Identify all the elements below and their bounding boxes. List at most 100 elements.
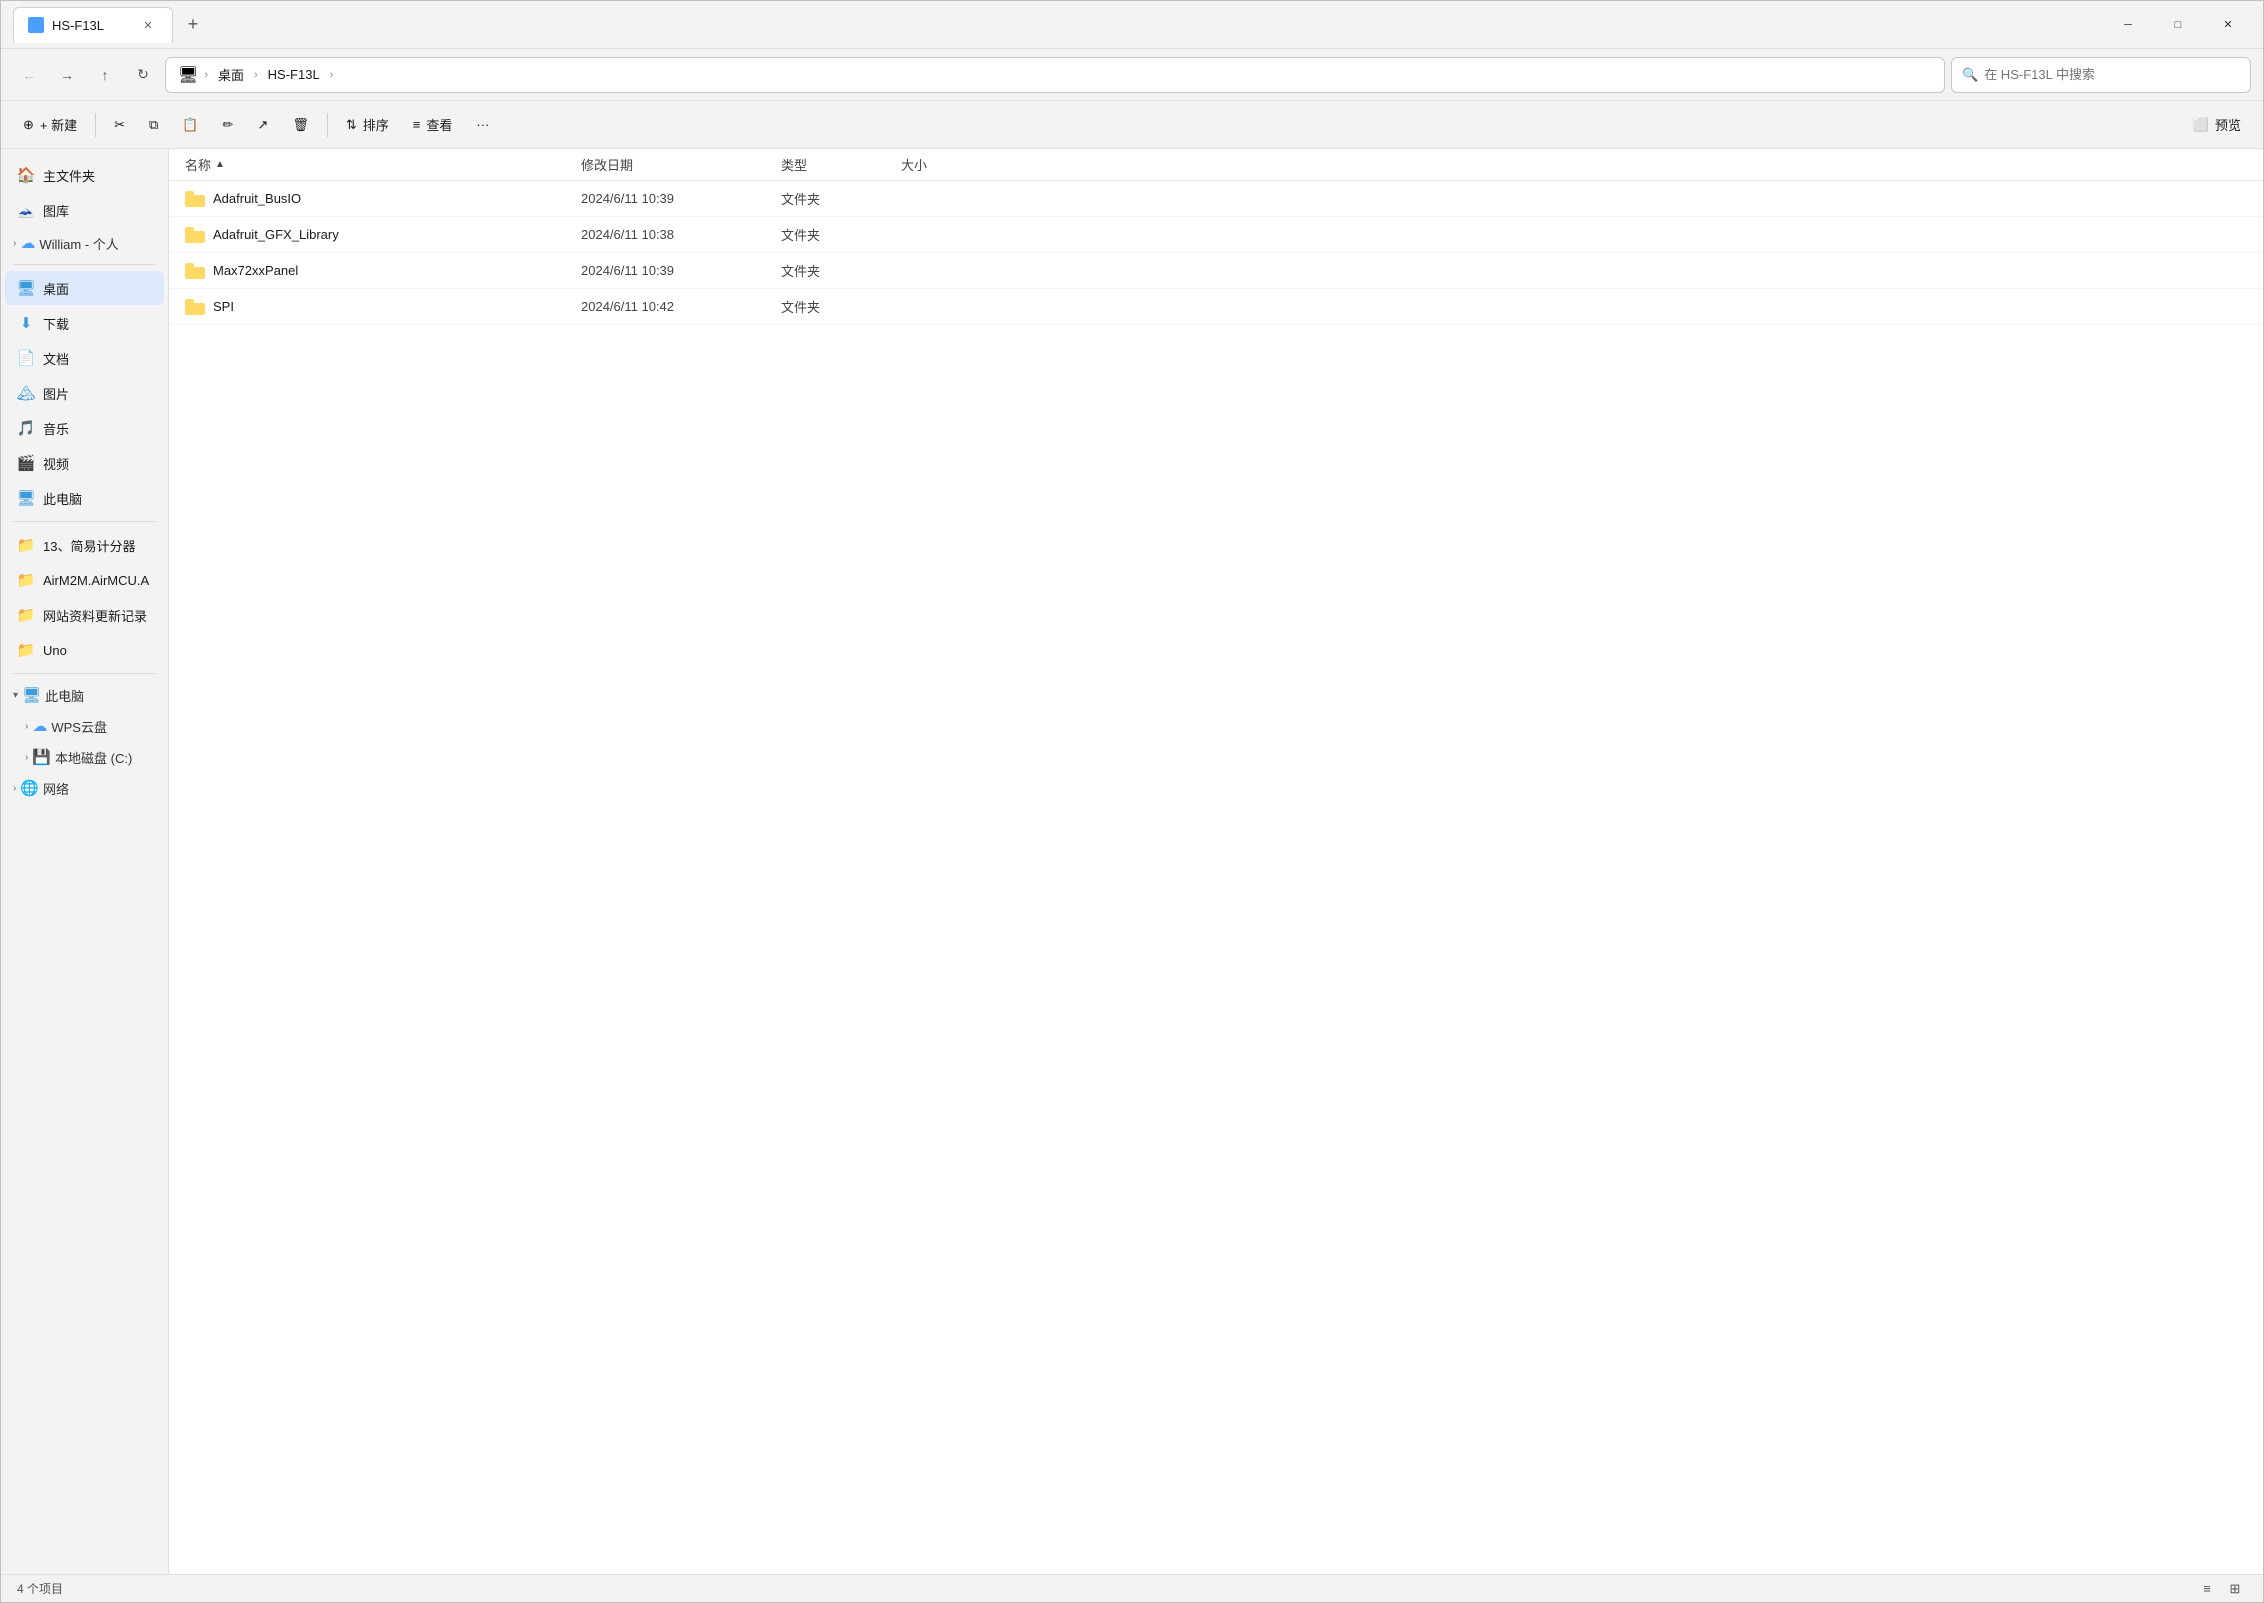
table-row[interactable]: Max72xxPanel 2024/6/11 10:39 文件夹 <box>169 253 2263 289</box>
preview-button[interactable]: ⬜ 预览 <box>2183 108 2251 142</box>
sidebar-divider-1 <box>13 264 156 265</box>
search-box[interactable]: 🔍 <box>1951 57 2251 93</box>
sidebar-item-download[interactable]: ⬇ 下载 📌 <box>5 306 164 340</box>
sidebar-item-video[interactable]: 🎬 视频 📌 <box>5 446 164 480</box>
view-button[interactable]: ≡ 查看 <box>403 108 463 142</box>
col-header-size[interactable]: 大小 <box>889 155 1009 174</box>
copy-button[interactable]: ⧉ <box>139 108 168 142</box>
gallery-icon: 🗻 <box>17 201 35 219</box>
minimize-button[interactable]: ─ <box>2105 9 2151 41</box>
close-button[interactable]: ✕ <box>2205 9 2251 41</box>
sidebar-item-desktop[interactable]: 🖥 桌面 📌 <box>5 271 164 305</box>
sidebar-item-this-pc-expand[interactable]: ▾ 🖥 此电脑 <box>5 680 164 710</box>
sidebar-network-label: 网络 <box>43 779 69 798</box>
music-icon: 🎵 <box>17 419 35 437</box>
address-path[interactable]: 🖥 › 桌面 › HS-F13L › <box>165 57 1945 93</box>
more-button[interactable]: ··· <box>466 108 499 142</box>
folder-icon-1 <box>185 227 205 243</box>
video-icon: 🎬 <box>17 454 35 472</box>
sidebar-item-network[interactable]: › 🌐 网络 <box>5 773 164 803</box>
toolbar-separator-1 <box>95 113 96 137</box>
refresh-button[interactable]: ↻ <box>127 59 159 91</box>
file-date-0: 2024/6/11 10:39 <box>569 191 769 206</box>
path-desktop[interactable]: 桌面 <box>214 63 248 86</box>
list-view-button[interactable]: ≡ <box>2195 1579 2219 1599</box>
grid-view-button[interactable]: ⊞ <box>2223 1579 2247 1599</box>
up-button[interactable]: ↑ <box>89 59 121 91</box>
col-header-date[interactable]: 修改日期 <box>569 155 769 174</box>
file-explorer-window: HS-F13L ✕ + ─ □ ✕ ← → ↑ ↻ 🖥 › 桌面 › HS-F1… <box>0 0 2264 1603</box>
delete-icon: 🗑 <box>292 117 309 133</box>
sidebar-wps-label: WPS云盘 <box>51 717 107 736</box>
sidebar-item-gallery[interactable]: 🗻 图库 <box>5 193 164 227</box>
table-row[interactable]: SPI 2024/6/11 10:42 文件夹 <box>169 289 2263 325</box>
this-pc-expand-icon: 🖥 <box>22 686 41 704</box>
maximize-button[interactable]: □ <box>2155 9 2201 41</box>
sort-icon: ⇅ <box>346 117 357 133</box>
share-icon: ↗ <box>257 117 268 133</box>
tab-close-button[interactable]: ✕ <box>138 15 158 35</box>
cut-icon: ✂ <box>114 117 125 133</box>
sidebar-item-uno[interactable]: 📁 Uno <box>5 633 164 667</box>
uno-icon: 📁 <box>17 641 35 659</box>
file-name-text-3: SPI <box>213 299 234 314</box>
col-header-type[interactable]: 类型 <box>769 155 889 174</box>
download-icon: ⬇ <box>17 314 35 332</box>
file-date-2: 2024/6/11 10:39 <box>569 263 769 278</box>
sidebar-video-label: 视频 <box>43 454 69 473</box>
sidebar-item-folder1[interactable]: 📁 13、简易计分器 <box>5 528 164 562</box>
file-name-1: Adafruit_GFX_Library <box>169 227 569 243</box>
file-date-3: 2024/6/11 10:42 <box>569 299 769 314</box>
new-button[interactable]: ⊕ + 新建 <box>13 108 87 142</box>
sidebar-item-music[interactable]: 🎵 音乐 📌 <box>5 411 164 445</box>
item-count: 4 个项目 <box>17 1580 63 1597</box>
sidebar-item-local-disk[interactable]: › 💾 本地磁盘 (C:) <box>5 742 164 772</box>
tab-folder-icon <box>28 17 44 33</box>
file-name-text-2: Max72xxPanel <box>213 263 298 278</box>
sidebar-item-pictures[interactable]: 🏔 图片 📌 <box>5 376 164 410</box>
sidebar-item-docs[interactable]: 📄 文档 📌 <box>5 341 164 375</box>
new-tab-button[interactable]: + <box>177 9 209 41</box>
file-list: 名称 ▲ 修改日期 类型 大小 Adafruit_BusIO <box>169 149 2263 1574</box>
folder-icon-3 <box>185 299 205 315</box>
sidebar-item-this-pc-pinned[interactable]: 🖥 此电脑 📌 <box>5 481 164 515</box>
expand-arrow-this-pc: ▾ <box>13 690 18 701</box>
forward-button[interactable]: → <box>51 59 83 91</box>
col-header-name[interactable]: 名称 ▲ <box>169 155 569 174</box>
sort-button[interactable]: ⇅ 排序 <box>336 108 399 142</box>
preview-label: 预览 <box>2215 115 2241 134</box>
sidebar-pictures-label: 图片 <box>43 384 69 403</box>
network-icon: 🌐 <box>20 779 39 797</box>
disk-icon: 💾 <box>32 748 51 766</box>
window-controls: ─ □ ✕ <box>2105 9 2251 41</box>
sidebar-docs-label: 文档 <box>43 349 69 368</box>
table-row[interactable]: Adafruit_GFX_Library 2024/6/11 10:38 文件夹 <box>169 217 2263 253</box>
paste-button[interactable]: 📋 <box>172 108 208 142</box>
sidebar-item-folder3[interactable]: 📁 网站资料更新记录 <box>5 598 164 632</box>
table-row[interactable]: Adafruit_BusIO 2024/6/11 10:39 文件夹 <box>169 181 2263 217</box>
share-button[interactable]: ↗ <box>247 108 278 142</box>
cut-button[interactable]: ✂ <box>104 108 135 142</box>
sidebar-item-cloud-expand[interactable]: › ☁ William - 个人 <box>5 228 164 258</box>
path-folder[interactable]: HS-F13L <box>264 65 324 84</box>
search-input[interactable] <box>1984 67 2240 82</box>
sidebar-item-wps[interactable]: › ☁ WPS云盘 <box>5 711 164 741</box>
delete-button[interactable]: 🗑 <box>282 108 319 142</box>
rename-icon: ✏ <box>223 117 234 133</box>
new-icon: ⊕ <box>23 117 34 133</box>
rename-button[interactable]: ✏ <box>213 108 244 142</box>
toolbar: ⊕ + 新建 ✂ ⧉ 📋 ✏ ↗ 🗑 ⇅ 排序 ≡ 查看 <box>1 101 2263 149</box>
sidebar-item-home[interactable]: 🏠 主文件夹 <box>5 158 164 192</box>
active-tab[interactable]: HS-F13L ✕ <box>13 7 173 43</box>
folder-icon-0 <box>185 191 205 207</box>
folder3-icon: 📁 <box>17 606 35 624</box>
expand-arrow-cloud: › <box>13 238 16 249</box>
view-buttons: ≡ ⊞ <box>2195 1579 2247 1599</box>
back-button[interactable]: ← <box>13 59 45 91</box>
file-name-2: Max72xxPanel <box>169 263 569 279</box>
sidebar-uno-label: Uno <box>43 643 67 658</box>
sidebar-item-folder2[interactable]: 📁 AirM2M.AirMCU.A <box>5 563 164 597</box>
sidebar-folder3-label: 网站资料更新记录 <box>43 606 147 625</box>
pc-icon: 🖥 <box>178 65 198 85</box>
view-icon: ≡ <box>413 117 421 132</box>
